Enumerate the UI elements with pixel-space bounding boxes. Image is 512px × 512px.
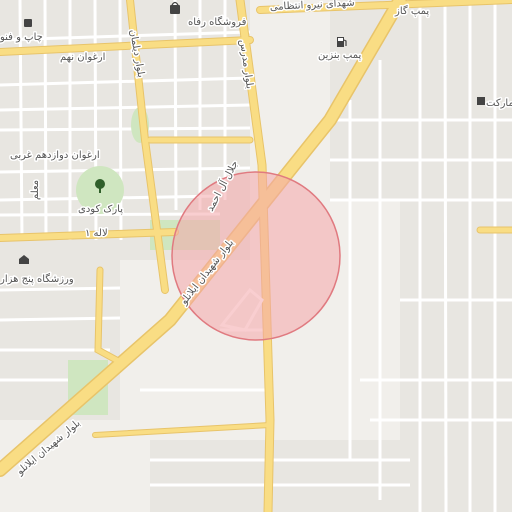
map-canvas: شهدای نیرو انتظامی فروشگاه رفاه چاپ و فن…: [0, 0, 512, 512]
road-south-link: [93, 423, 272, 437]
label-chap-fanavari: چاپ و فنو: [0, 32, 43, 43]
map-view[interactable]: شهدای نیرو انتظامی فروشگاه رفاه چاپ و فن…: [0, 0, 512, 512]
label-varzeshgah: ورزشگاه پنج هزار: [0, 273, 74, 285]
label-park-koodi: پارک کودی: [78, 204, 123, 215]
label-arghavan-nohom: ارغوان نهم: [60, 52, 105, 63]
market-icon[interactable]: [477, 97, 485, 105]
label-pomp-benzin: پمپ بنزین: [318, 50, 361, 61]
label-pomp-gaz: پمپ گاز: [394, 5, 429, 17]
highlight-radius-circle[interactable]: [171, 171, 341, 341]
label-forushgah-refah: فروشگاه رفاه: [188, 16, 247, 28]
label-arghavan-12: ارغوان دوازدهم غربی: [10, 150, 100, 161]
label-malem: معلم: [30, 180, 41, 200]
label-market: مارکت: [486, 98, 512, 109]
shopping-bag-icon-2[interactable]: [24, 19, 32, 27]
label-laleh-1: لاله ۱: [85, 228, 108, 239]
